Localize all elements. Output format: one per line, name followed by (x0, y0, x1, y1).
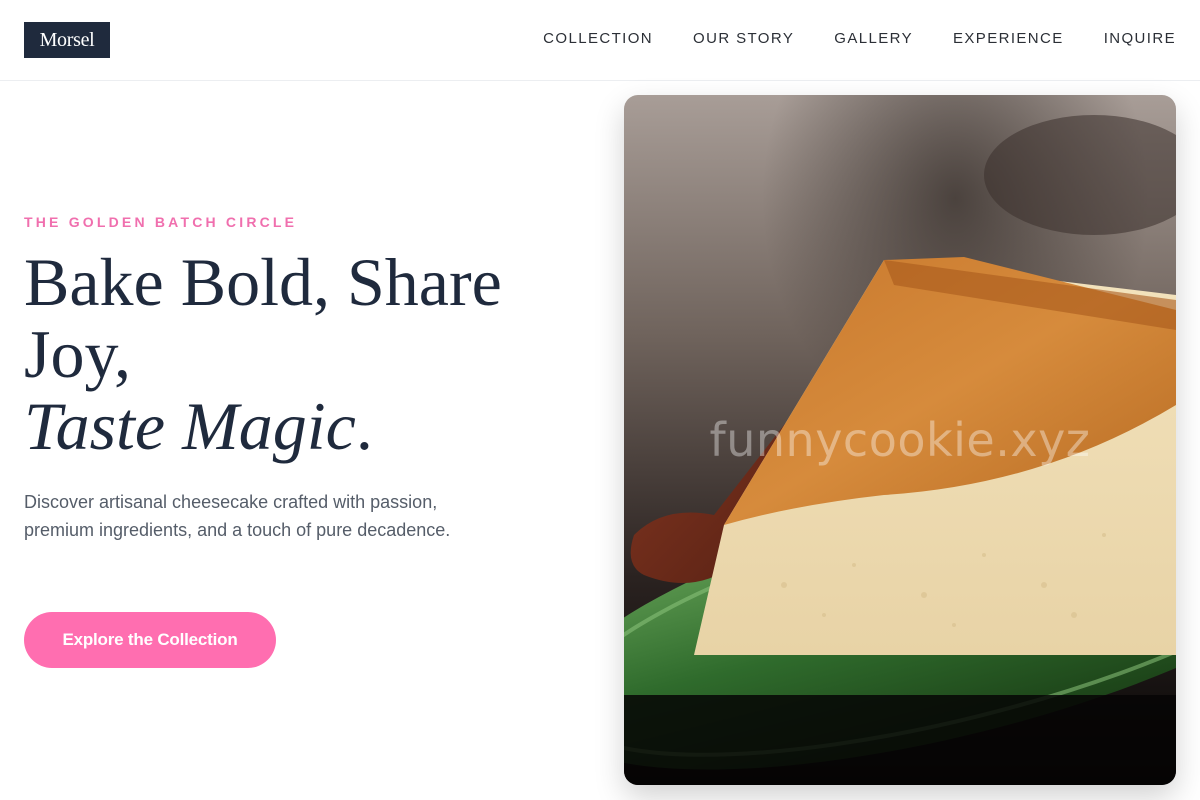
headline-italic: Taste Magic (24, 388, 356, 464)
hero-subtitle: Discover artisanal cheesecake crafted wi… (24, 492, 451, 540)
headline-line-1: Bake Bold, Share (24, 244, 502, 320)
nav-link-gallery[interactable]: GALLERY (834, 29, 913, 49)
hero-headline: Bake Bold, Share Joy, Taste Magic. (24, 246, 584, 462)
nav-link-experience[interactable]: EXPERIENCE (953, 29, 1064, 49)
cheesecake-image: funnycookie.xyz (624, 95, 1176, 785)
nav-link-collection[interactable]: COLLECTION (543, 29, 653, 49)
top-navbar: Morsel COLLECTION OUR STORY GALLERY EXPE… (0, 0, 1200, 81)
headline-line-3: Taste Magic. (24, 390, 584, 462)
brand-logo[interactable]: Morsel (24, 22, 110, 58)
headline-period: . (355, 388, 373, 464)
hero-eyebrow: THE GOLDEN BATCH CIRCLE (24, 214, 298, 230)
explore-collection-button[interactable]: Explore the Collection (24, 612, 276, 668)
nav-link-our-story[interactable]: OUR STORY (693, 29, 794, 49)
nav-link-inquire[interactable]: INQUIRE (1104, 29, 1176, 49)
main-nav: COLLECTION OUR STORY GALLERY EXPERIENCE … (503, 29, 1176, 49)
headline-line-2: Joy, (24, 316, 132, 392)
cheesecake-illustration (624, 95, 1176, 785)
